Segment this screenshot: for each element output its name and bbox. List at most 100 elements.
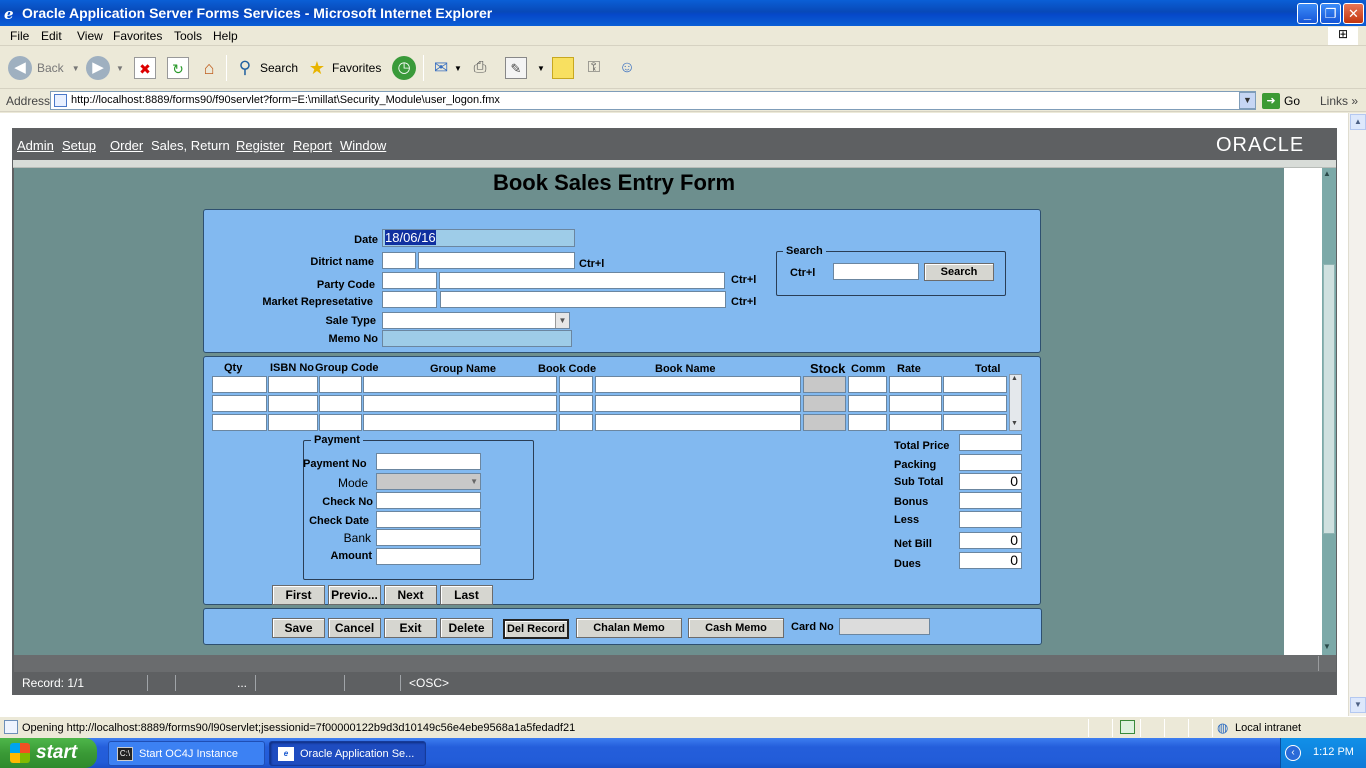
tray-collapse-icon[interactable]: ‹ <box>1285 745 1301 761</box>
mode-dropdown[interactable]: ▼ <box>376 473 481 490</box>
scroll-down-arrow-icon[interactable]: ▼ <box>1350 697 1366 713</box>
task-oc4j[interactable]: C:\ Start OC4J Instance <box>108 741 265 766</box>
district-code-field[interactable] <box>382 252 416 269</box>
grid-cell-stock[interactable] <box>803 395 846 412</box>
grid-cell-group-name[interactable] <box>363 376 557 393</box>
links-button[interactable]: Links » <box>1320 94 1358 108</box>
menu-file[interactable]: File <box>10 29 29 43</box>
search-button[interactable]: ⚲ Search <box>234 55 298 81</box>
cash-memo-button[interactable]: Cash Memo <box>688 618 784 638</box>
close-window-button[interactable]: ✕ <box>1343 3 1364 24</box>
omenu-report[interactable]: Report <box>293 138 332 153</box>
total-price-field[interactable] <box>959 434 1022 451</box>
sale-type-dropdown-arrow-icon[interactable]: ▼ <box>555 313 569 328</box>
first-record-button[interactable]: First <box>272 585 325 605</box>
edit-button[interactable]: ✎ ▼ <box>505 55 545 81</box>
grid-cell-total[interactable] <box>943 395 1007 412</box>
search-submit-button[interactable]: Search <box>924 263 994 281</box>
dues-field[interactable]: 0 <box>959 552 1022 569</box>
canvas-scroll-thumb[interactable] <box>1323 264 1335 534</box>
exit-button[interactable]: Exit <box>384 618 437 638</box>
grid-cell-isbn[interactable] <box>268 414 318 431</box>
grid-cell-comm[interactable] <box>848 395 887 412</box>
refresh-button[interactable]: ↻ <box>167 55 189 81</box>
grid-cell-comm[interactable] <box>848 414 887 431</box>
menu-tools[interactable]: Tools <box>174 29 202 43</box>
messenger-button[interactable]: ☺ <box>616 55 638 81</box>
grid-cell-book-code[interactable] <box>559 395 593 412</box>
menu-help[interactable]: Help <box>213 29 238 43</box>
grid-cell-total[interactable] <box>943 376 1007 393</box>
payment-no-field[interactable] <box>376 453 481 470</box>
card-no-field[interactable] <box>839 618 930 635</box>
date-field[interactable]: 18/06/16 <box>382 229 575 247</box>
grid-cell-qty[interactable] <box>212 414 267 431</box>
delete-button[interactable]: Delete <box>440 618 493 638</box>
address-input[interactable]: http://localhost:8889/forms90/f90servlet… <box>50 91 1256 110</box>
grid-cell-rate[interactable] <box>889 395 942 412</box>
bonus-field[interactable] <box>959 492 1022 509</box>
grid-scroll-up-icon[interactable]: ▲ <box>1011 375 1018 382</box>
grid-cell-book-code[interactable] <box>559 414 593 431</box>
omenu-register[interactable]: Register <box>236 138 284 153</box>
grid-cell-total[interactable] <box>943 414 1007 431</box>
address-dropdown-icon[interactable]: ▼ <box>1239 92 1256 109</box>
grid-cell-comm[interactable] <box>848 376 887 393</box>
grid-cell-rate[interactable] <box>889 414 942 431</box>
mail-button[interactable]: ✉ ▼ <box>430 55 462 81</box>
minimize-button[interactable]: _ <box>1297 3 1318 24</box>
grid-cell-book-name[interactable] <box>595 395 801 412</box>
grid-cell-group-name[interactable] <box>363 395 557 412</box>
district-name-field[interactable] <box>418 252 575 269</box>
net-bill-field[interactable]: 0 <box>959 532 1022 549</box>
grid-cell-book-code[interactable] <box>559 376 593 393</box>
previous-record-button[interactable]: Previo... <box>328 585 381 605</box>
packing-field[interactable] <box>959 454 1022 471</box>
sale-type-dropdown[interactable]: ▼ <box>382 312 570 329</box>
sub-total-field[interactable]: 0 <box>959 473 1022 490</box>
grid-cell-qty[interactable] <box>212 395 267 412</box>
search-input[interactable] <box>833 263 919 280</box>
omenu-setup[interactable]: Setup <box>62 138 96 153</box>
home-button[interactable]: ⌂ <box>198 55 220 81</box>
menu-view[interactable]: View <box>77 29 103 43</box>
cancel-button[interactable]: Cancel <box>328 618 381 638</box>
omenu-sales-return[interactable]: Sales, Return <box>151 138 230 153</box>
save-button[interactable]: Save <box>272 618 325 638</box>
omenu-order[interactable]: Order <box>110 138 143 153</box>
omenu-admin[interactable]: Admin <box>17 138 54 153</box>
check-no-field[interactable] <box>376 492 481 509</box>
notes-button[interactable] <box>552 55 574 81</box>
grid-scrollbar[interactable]: ▲ ▼ <box>1009 374 1022 431</box>
stop-button[interactable]: ✖ <box>134 55 156 81</box>
browser-scrollbar[interactable]: ▲ ▼ <box>1348 113 1366 716</box>
print-button[interactable]: ⎙ <box>469 55 491 81</box>
task-oracle-ie[interactable]: e Oracle Application Se... <box>269 741 426 766</box>
market-rep-name-field[interactable] <box>440 291 726 308</box>
mode-dropdown-arrow-icon[interactable]: ▼ <box>470 474 478 489</box>
back-button[interactable]: ◀ Back ▼ <box>8 55 80 81</box>
market-rep-code-field[interactable] <box>382 291 437 308</box>
amount-field[interactable] <box>376 548 481 565</box>
grid-cell-isbn[interactable] <box>268 376 318 393</box>
canvas-scroll-up-icon[interactable]: ▲ <box>1323 169 1331 178</box>
chalan-memo-button[interactable]: Chalan Memo <box>576 618 682 638</box>
favorites-button[interactable]: ★ Favorites <box>306 55 381 81</box>
start-button[interactable]: start <box>0 738 97 768</box>
grid-cell-qty[interactable] <box>212 376 267 393</box>
grid-cell-group-code[interactable] <box>319 376 362 393</box>
memo-no-field[interactable] <box>382 330 572 347</box>
grid-scroll-down-icon[interactable]: ▼ <box>1011 420 1018 427</box>
grid-cell-rate[interactable] <box>889 376 942 393</box>
next-record-button[interactable]: Next <box>384 585 437 605</box>
last-record-button[interactable]: Last <box>440 585 493 605</box>
omenu-window[interactable]: Window <box>340 138 386 153</box>
maximize-button[interactable]: ❐ <box>1320 3 1341 24</box>
forward-button[interactable]: ▶ ▼ <box>86 55 124 81</box>
menu-favorites[interactable]: Favorites <box>113 29 162 43</box>
grid-cell-book-name[interactable] <box>595 414 801 431</box>
grid-cell-group-code[interactable] <box>319 414 362 431</box>
grid-cell-stock[interactable] <box>803 376 846 393</box>
grid-cell-stock[interactable] <box>803 414 846 431</box>
history-button[interactable]: ◷ <box>392 55 416 81</box>
